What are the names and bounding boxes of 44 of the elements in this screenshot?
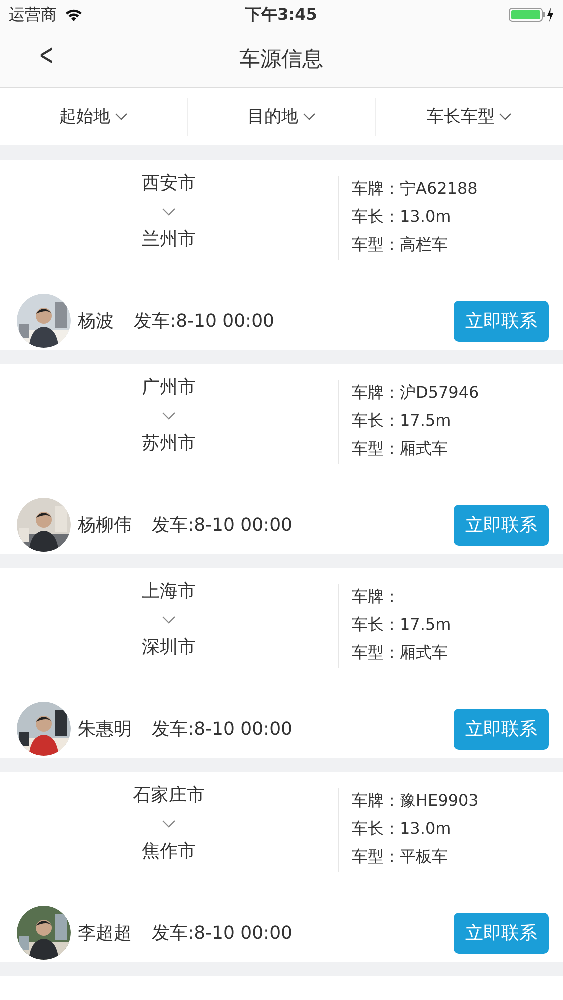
vehicle-detail: 车型：平板车 xyxy=(352,846,449,868)
origin-city: 西安市 xyxy=(142,172,196,196)
chevron-down-icon xyxy=(499,112,512,120)
chevron-down-icon xyxy=(114,112,128,120)
destination-city: 苏州市 xyxy=(142,432,196,456)
chevron-down-icon xyxy=(162,412,176,420)
origin-city: 石家庄市 xyxy=(133,784,205,808)
chevron-down-icon xyxy=(162,616,176,624)
vehicle-detail: 车型：高栏车 xyxy=(352,234,449,256)
destination-city: 深圳市 xyxy=(142,636,196,660)
filter-dropdown[interactable]: 目的地 xyxy=(188,104,375,129)
vehicle-detail: 车牌：宁A62188 xyxy=(352,178,478,200)
vehicle-detail: 车牌：豫HE9903 xyxy=(352,790,479,812)
vehicle-detail: 车牌：沪D57946 xyxy=(352,382,480,404)
vehicle-detail: 车长：17.5m xyxy=(352,614,452,636)
vehicle-detail: 车型：厢式车 xyxy=(352,438,449,460)
vehicle-detail: 车长：13.0m xyxy=(352,818,452,840)
destination-city: 兰州市 xyxy=(142,228,196,252)
departure-time: 发车:8-10 00:00 xyxy=(134,310,275,333)
chevron-down-icon xyxy=(302,112,316,120)
wifi-icon xyxy=(65,8,83,22)
battery-icon xyxy=(509,7,555,23)
carrier-name: 运营商 xyxy=(9,4,57,26)
driver-name: 杨波 xyxy=(78,310,114,333)
departure-time: 发车:8-10 00:00 xyxy=(152,718,293,741)
driver-name: 朱惠明 xyxy=(78,718,132,741)
back-button[interactable]: < xyxy=(35,38,58,73)
departure-time: 发车:8-10 00:00 xyxy=(152,922,293,945)
vehicle-detail: 车牌： xyxy=(352,586,401,608)
destination-city: 焦作市 xyxy=(142,840,196,864)
page-title: 车源信息 xyxy=(240,46,324,72)
vehicle-detail: 车型：厢式车 xyxy=(352,642,449,664)
driver-name: 杨柳伟 xyxy=(78,514,132,537)
vehicle-detail: 车长：17.5m xyxy=(352,410,452,432)
origin-city: 上海市 xyxy=(142,580,196,604)
driver-name: 李超超 xyxy=(78,922,132,945)
departure-time: 发车:8-10 00:00 xyxy=(152,514,293,537)
filter-dropdown[interactable]: 车长车型 xyxy=(376,104,563,129)
origin-city: 广州市 xyxy=(142,376,196,400)
filter-dropdown[interactable]: 起始地 xyxy=(0,104,187,129)
chevron-down-icon xyxy=(162,208,176,216)
vehicle-detail: 车长：13.0m xyxy=(352,206,452,228)
clock-time: 下午3:45 xyxy=(246,4,318,26)
chevron-down-icon xyxy=(162,820,176,828)
